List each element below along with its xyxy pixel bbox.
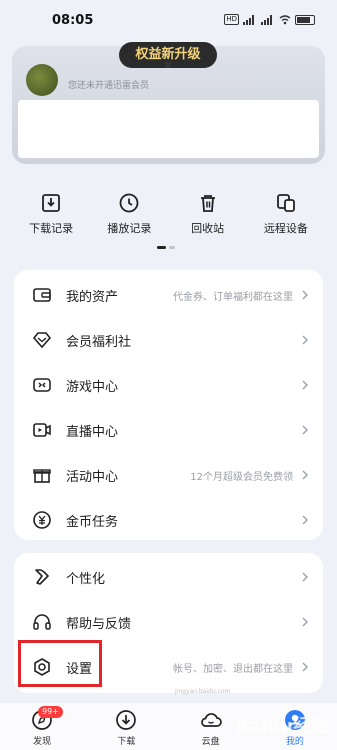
- chevron-right-icon: [302, 617, 308, 627]
- coin-icon: [33, 511, 51, 529]
- chevron-right-icon: [302, 572, 308, 582]
- settings-highlight-box: [18, 640, 102, 687]
- page-dot-active: [157, 246, 166, 249]
- clock-icon: [119, 193, 139, 213]
- menu-item-label: 我的资产: [66, 289, 119, 305]
- menu-item-help-feedback[interactable]: 帮助与反馈: [14, 600, 323, 644]
- vip-subtitle: 您还未开通迅雷会员: [68, 81, 150, 91]
- menu-item-hint: 代金券、订单福利都在这里: [173, 291, 293, 303]
- signal-icon-2: [261, 14, 272, 25]
- quick-label: 远程设备: [263, 222, 308, 235]
- watermark: Baidu经验: [235, 716, 329, 737]
- diamond-icon: [32, 332, 52, 349]
- gamepad-icon: [33, 378, 51, 392]
- menu-item-hint: 帐号、加密、退出都在这里: [173, 663, 293, 675]
- download-record-icon: [42, 194, 61, 212]
- quick-label: 下载记录: [29, 222, 74, 235]
- headset-icon: [33, 614, 51, 630]
- quick-label: 播放记录: [107, 222, 152, 235]
- menu-item-personalize[interactable]: 个性化: [14, 555, 323, 599]
- watermark-url: jingyan.baidu.com: [175, 688, 231, 695]
- menu-item-activity-center[interactable]: 活动中心 12个月超级会员免费领: [14, 453, 323, 497]
- chevron-right-icon: [302, 335, 308, 345]
- quick-play-record[interactable]: 播放记录: [90, 192, 168, 242]
- download-icon: [116, 710, 137, 730]
- menu-item-live-center[interactable]: 直播中心: [14, 408, 323, 452]
- wallet-icon: [33, 288, 51, 302]
- nav-download[interactable]: 下载: [84, 703, 168, 750]
- live-video-icon: [33, 423, 51, 437]
- chevron-right-icon: [302, 470, 308, 480]
- notification-badge: 99+: [38, 706, 63, 718]
- gift-icon: [33, 469, 51, 483]
- page-dot: [169, 246, 175, 249]
- battery-icon: [295, 14, 315, 25]
- menu-item-hint: 12个月超级会员免费领: [190, 471, 293, 483]
- avatar[interactable]: [26, 64, 58, 96]
- quick-actions: 下载记录 播放记录 回收站 远程设备: [12, 192, 325, 242]
- devices-icon: [276, 194, 295, 212]
- wifi-icon: [279, 14, 291, 24]
- nav-label: 云盘: [201, 737, 220, 747]
- menu-item-assets[interactable]: 我的资产 代金券、订单福利都在这里: [14, 273, 323, 317]
- menu-card-primary: 我的资产 代金券、订单福利都在这里 会员福利社 游戏中心 直播中心 活动中心 1…: [14, 270, 323, 540]
- menu-item-vip-welfare[interactable]: 会员福利社: [14, 318, 323, 362]
- signal-icon: [243, 14, 254, 25]
- quick-recycle-bin[interactable]: 回收站: [169, 192, 247, 242]
- menu-item-label: 帮助与反馈: [66, 616, 132, 632]
- nav-label: 发现: [33, 737, 52, 747]
- quick-remote-devices[interactable]: 远程设备: [247, 192, 325, 242]
- status-icons: HD: [224, 14, 315, 25]
- quick-label: 回收站: [191, 222, 225, 235]
- chevron-right-icon: [302, 425, 308, 435]
- quick-download-record[interactable]: 下载记录: [12, 192, 90, 242]
- menu-item-label: 会员福利社: [66, 334, 132, 350]
- status-bar: 08:05 HD: [0, 0, 337, 40]
- nav-discover[interactable]: 99+ 发现: [0, 703, 84, 750]
- chevron-right-icon: [302, 662, 308, 672]
- page-indicator: [157, 246, 175, 249]
- vip-card-content: [18, 100, 319, 158]
- chevron-down-icon[interactable]: [162, 61, 174, 71]
- chevron-right-icon: [302, 380, 308, 390]
- menu-item-game-center[interactable]: 游戏中心: [14, 363, 323, 407]
- menu-item-label: 个性化: [66, 571, 106, 587]
- chevron-right-icon: [302, 290, 308, 300]
- hd-badge: HD: [224, 14, 239, 25]
- menu-item-coin-tasks[interactable]: 金币任务: [14, 498, 323, 542]
- menu-item-label: 直播中心: [66, 424, 119, 440]
- trash-icon: [200, 195, 215, 212]
- menu-item-label: 活动中心: [66, 469, 119, 485]
- menu-item-label: 金币任务: [66, 514, 119, 530]
- nav-label: 下载: [117, 737, 136, 747]
- chevron-right-icon: [302, 515, 308, 525]
- cloud-icon: [200, 713, 222, 727]
- menu-item-label: 游戏中心: [66, 379, 119, 395]
- personalize-icon: [35, 569, 49, 585]
- status-time: 08:05: [52, 13, 94, 28]
